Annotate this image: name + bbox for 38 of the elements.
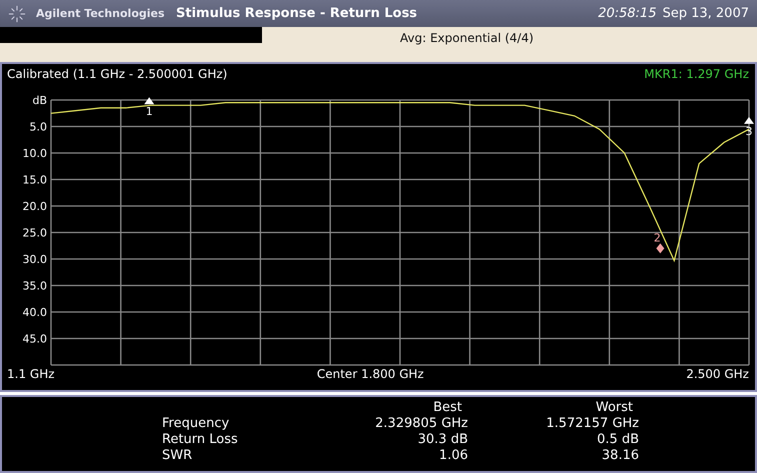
averaging-status: Avg: Exponential (4/4) (400, 31, 534, 45)
y-axis-label: 15.0 (22, 174, 47, 186)
marker-label: 2 (654, 231, 661, 244)
y-axis-label: dB (32, 94, 47, 107)
window-title: Stimulus Response - Return Loss (176, 6, 418, 21)
frequency-label: 2.500 GHz (686, 367, 749, 381)
table-cell-text: 38.16 (600, 448, 639, 464)
marker-readout: MKR1: 1.297 GHz (644, 67, 749, 83)
clock-time: 20:58:15 (598, 6, 656, 21)
y-axis-label: 5.0 (30, 120, 47, 134)
column-header: Best (432, 400, 463, 416)
column-header: Worst (594, 400, 634, 416)
date-text: Sep 13, 2007 (662, 6, 749, 21)
table-cell-text: 0.5 dB (596, 432, 639, 448)
marker-icon (656, 243, 664, 254)
marker-icon (744, 116, 754, 124)
table-cell-text: 1.06 (438, 448, 468, 464)
row-label: Frequency (162, 416, 230, 432)
table-cell-text: 1.572157 GHz (545, 416, 639, 432)
row-label: Return Loss (162, 432, 239, 448)
frequency-label: 1.1 GHz (7, 367, 55, 381)
y-axis-label: 20.0 (22, 200, 47, 213)
y-axis-label: 45.0 (22, 332, 47, 346)
y-axis-label: 30.0 (22, 253, 47, 266)
y-axis-label: 35.0 (22, 280, 47, 292)
marker-label: 1 (146, 105, 153, 118)
y-axis-label: 10.0 (22, 147, 47, 160)
starburst-logo-icon (8, 4, 26, 22)
table-cell-text: 2.329805 GHz (374, 416, 468, 432)
frequency-label: Center 1.800 GHz (316, 367, 424, 381)
calibration-text: Calibrated (1.1 GHz - 2.500001 GHz) (7, 67, 228, 83)
y-axis-label: 40.0 (22, 306, 47, 319)
table-cell-text: 30.3 dB (416, 432, 468, 448)
brand-name: Agilent Technologies (36, 7, 166, 20)
marker-icon (144, 97, 154, 104)
row-label: SWR (162, 448, 194, 464)
y-axis-label: 25.0 (22, 226, 47, 240)
marker-label: 3 (746, 124, 752, 138)
